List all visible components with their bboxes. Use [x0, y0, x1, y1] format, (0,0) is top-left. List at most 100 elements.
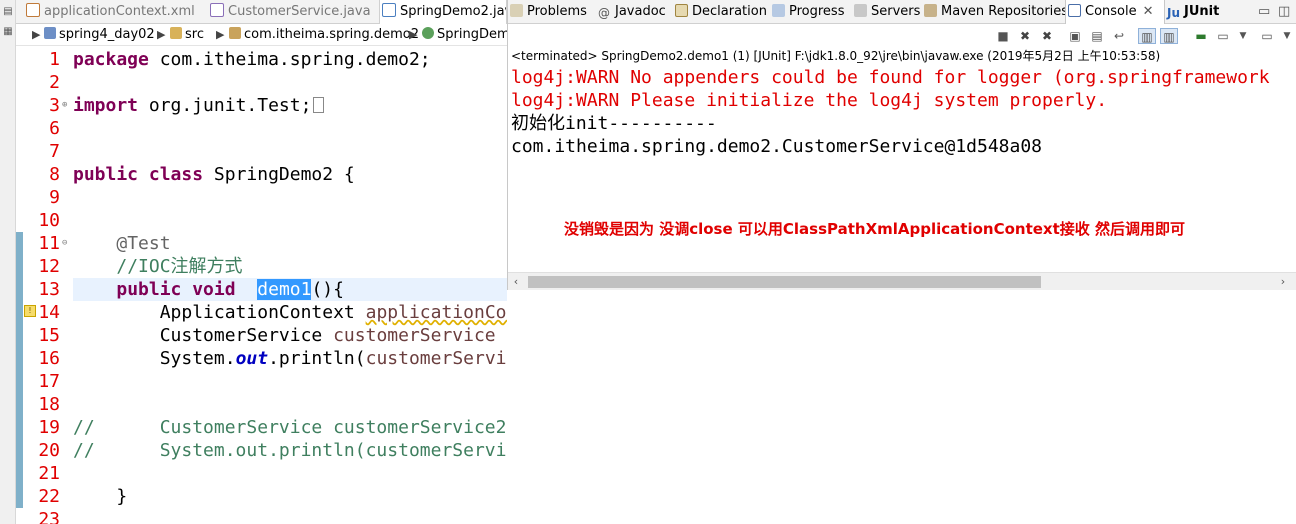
console-icon [1068, 4, 1081, 17]
line-number: 6 [49, 118, 60, 139]
tab-console[interactable]: Console ✕ [1065, 0, 1165, 24]
change-marker [16, 347, 23, 370]
terminated-status: <terminated> SpringDemo2.demo1 (1) [JUni… [511, 49, 1161, 63]
display-console-icon[interactable]: ▭ [1214, 28, 1232, 44]
remove-all-icon[interactable]: ✖ [1038, 28, 1056, 44]
code-line: } [73, 485, 127, 508]
code-line: // System.out.println(customerService2); [73, 439, 507, 462]
code-token: //IOC注解方式 [116, 256, 243, 277]
xml-file-icon [26, 3, 40, 17]
clear-console-icon[interactable]: ▣ [1066, 28, 1084, 44]
tab-spring-demo2-java[interactable]: SpringDemo2.java [379, 0, 507, 24]
console-output-line: log4j:WARN No appenders could be found f… [511, 67, 1270, 88]
line-number: 21 [38, 463, 60, 484]
remove-launch-icon[interactable]: ✖ [1016, 28, 1034, 44]
class-icon [422, 27, 434, 39]
show-stdout-icon[interactable]: ▥ [1138, 28, 1156, 44]
line-number: 2 [49, 72, 60, 93]
pin-console-icon[interactable]: ▬ [1192, 28, 1210, 44]
tab-javadoc[interactable]: @ Javadoc [596, 0, 666, 24]
open-console-icon[interactable]: ▭ [1258, 28, 1276, 44]
close-icon[interactable]: ✕ [1143, 4, 1154, 19]
code-line: // CustomerService customerService2 = (C… [73, 416, 507, 439]
breadcrumb-project[interactable]: spring4_day02 [44, 24, 155, 45]
tab-customer-service-java[interactable]: CustomerService.java [208, 0, 388, 24]
hierarchy-icon[interactable]: ▦ [2, 26, 14, 38]
change-marker [16, 439, 23, 462]
line-number: 9 [49, 187, 60, 208]
change-marker [16, 393, 23, 416]
warning-marker-icon[interactable]: ! [24, 305, 36, 317]
scroll-right-icon[interactable]: › [1275, 273, 1291, 291]
fold-toggle-icon[interactable]: ⊕ [62, 94, 70, 117]
code-token: @Test [116, 233, 171, 254]
code-area[interactable]: 1 package com.itheima.spring.demo2; 2 3 ⊕ imp… [16, 46, 507, 524]
tab-junit[interactable]: Ju JUnit [1165, 0, 1219, 24]
code-token: // System.out.println(customerService2); [73, 440, 507, 461]
code-line: public void demo1(){ [73, 278, 344, 301]
console-output-line: log4j:WARN Please initialize the log4j s… [511, 90, 1108, 111]
java-class-icon [382, 3, 396, 17]
tab-maven-repositories[interactable]: Maven Repositories [922, 0, 1068, 24]
line-number: 15 [38, 325, 60, 346]
line-number: 8 [49, 164, 60, 185]
code-token: out [235, 348, 269, 369]
code-line: CustomerService customerService = (Custo… [73, 324, 507, 347]
package-explorer-icon[interactable]: ▤ [2, 6, 14, 18]
word-wrap-icon[interactable]: ↩ [1110, 28, 1128, 44]
line-number: 10 [38, 210, 60, 231]
show-stderr-icon[interactable]: ▥ [1160, 28, 1178, 44]
breadcrumb-class[interactable]: SpringDem [422, 24, 507, 45]
servers-icon [854, 4, 867, 17]
chevron-right-icon: ▶ [32, 28, 41, 41]
code-token: import [73, 95, 139, 116]
scrollbar-thumb[interactable] [528, 276, 1041, 288]
terminate-icon[interactable]: ■ [994, 28, 1012, 44]
breadcrumb: ▶ spring4_day02 ▶ src ▶ com.itheima.spri… [16, 24, 507, 46]
scroll-lock-icon[interactable]: ▤ [1088, 28, 1106, 44]
tab-servers[interactable]: Servers [852, 0, 920, 24]
code-token: package [73, 49, 149, 70]
scroll-left-icon[interactable]: ‹ [508, 273, 524, 291]
breadcrumb-package[interactable]: com.itheima.spring.demo2 [229, 24, 419, 45]
breadcrumb-src[interactable]: src [170, 24, 204, 45]
tab-problems[interactable]: Problems [508, 0, 587, 24]
declaration-icon [675, 4, 688, 17]
line-number: 22 [38, 486, 60, 507]
fold-toggle-icon[interactable]: ⊖ [62, 232, 70, 255]
code-line: ApplicationContext applicationContext = … [73, 301, 507, 324]
tab-declaration[interactable]: Declaration [673, 0, 767, 24]
change-marker [16, 278, 23, 301]
progress-icon [772, 4, 785, 17]
chevron-down-icon[interactable]: ▼ [1234, 28, 1252, 44]
maximize-button[interactable]: ◫ [1276, 0, 1290, 24]
tab-progress[interactable]: Progress [770, 0, 844, 24]
horizontal-scrollbar[interactable]: ‹ › [508, 272, 1296, 290]
code-token: // CustomerService customerService2 = (C… [73, 417, 507, 438]
folded-block-icon[interactable] [313, 97, 325, 113]
code-token: public class [73, 164, 204, 185]
chevron-down-icon[interactable]: ▼ [1278, 28, 1296, 44]
chevron-right-icon: ▶ [409, 28, 418, 41]
code-token: = (CustomerService) [496, 325, 507, 346]
line-number: 20 [38, 440, 60, 461]
tab-application-context-xml[interactable]: applicationContext.xml [24, 0, 214, 24]
code-token: SpringDemo2 { [213, 164, 355, 185]
code-token: .println( [268, 348, 366, 369]
chevron-right-icon: ▶ [157, 28, 166, 41]
line-number: 7 [49, 141, 60, 162]
code-line: @Test [73, 232, 171, 255]
code-token: } [73, 486, 128, 507]
junit-icon: Ju [1167, 6, 1181, 20]
code-token: com.itheima.spring.demo2; [159, 49, 431, 70]
line-number: 19 [38, 417, 60, 438]
at-sign-icon: @ [598, 6, 610, 20]
line-number: 12 [38, 256, 60, 277]
code-token: public void [116, 279, 236, 300]
code-token: demo1 [257, 279, 312, 300]
minimize-button[interactable]: ▭ [1256, 0, 1270, 24]
code-line: //IOC注解方式 [73, 255, 243, 278]
